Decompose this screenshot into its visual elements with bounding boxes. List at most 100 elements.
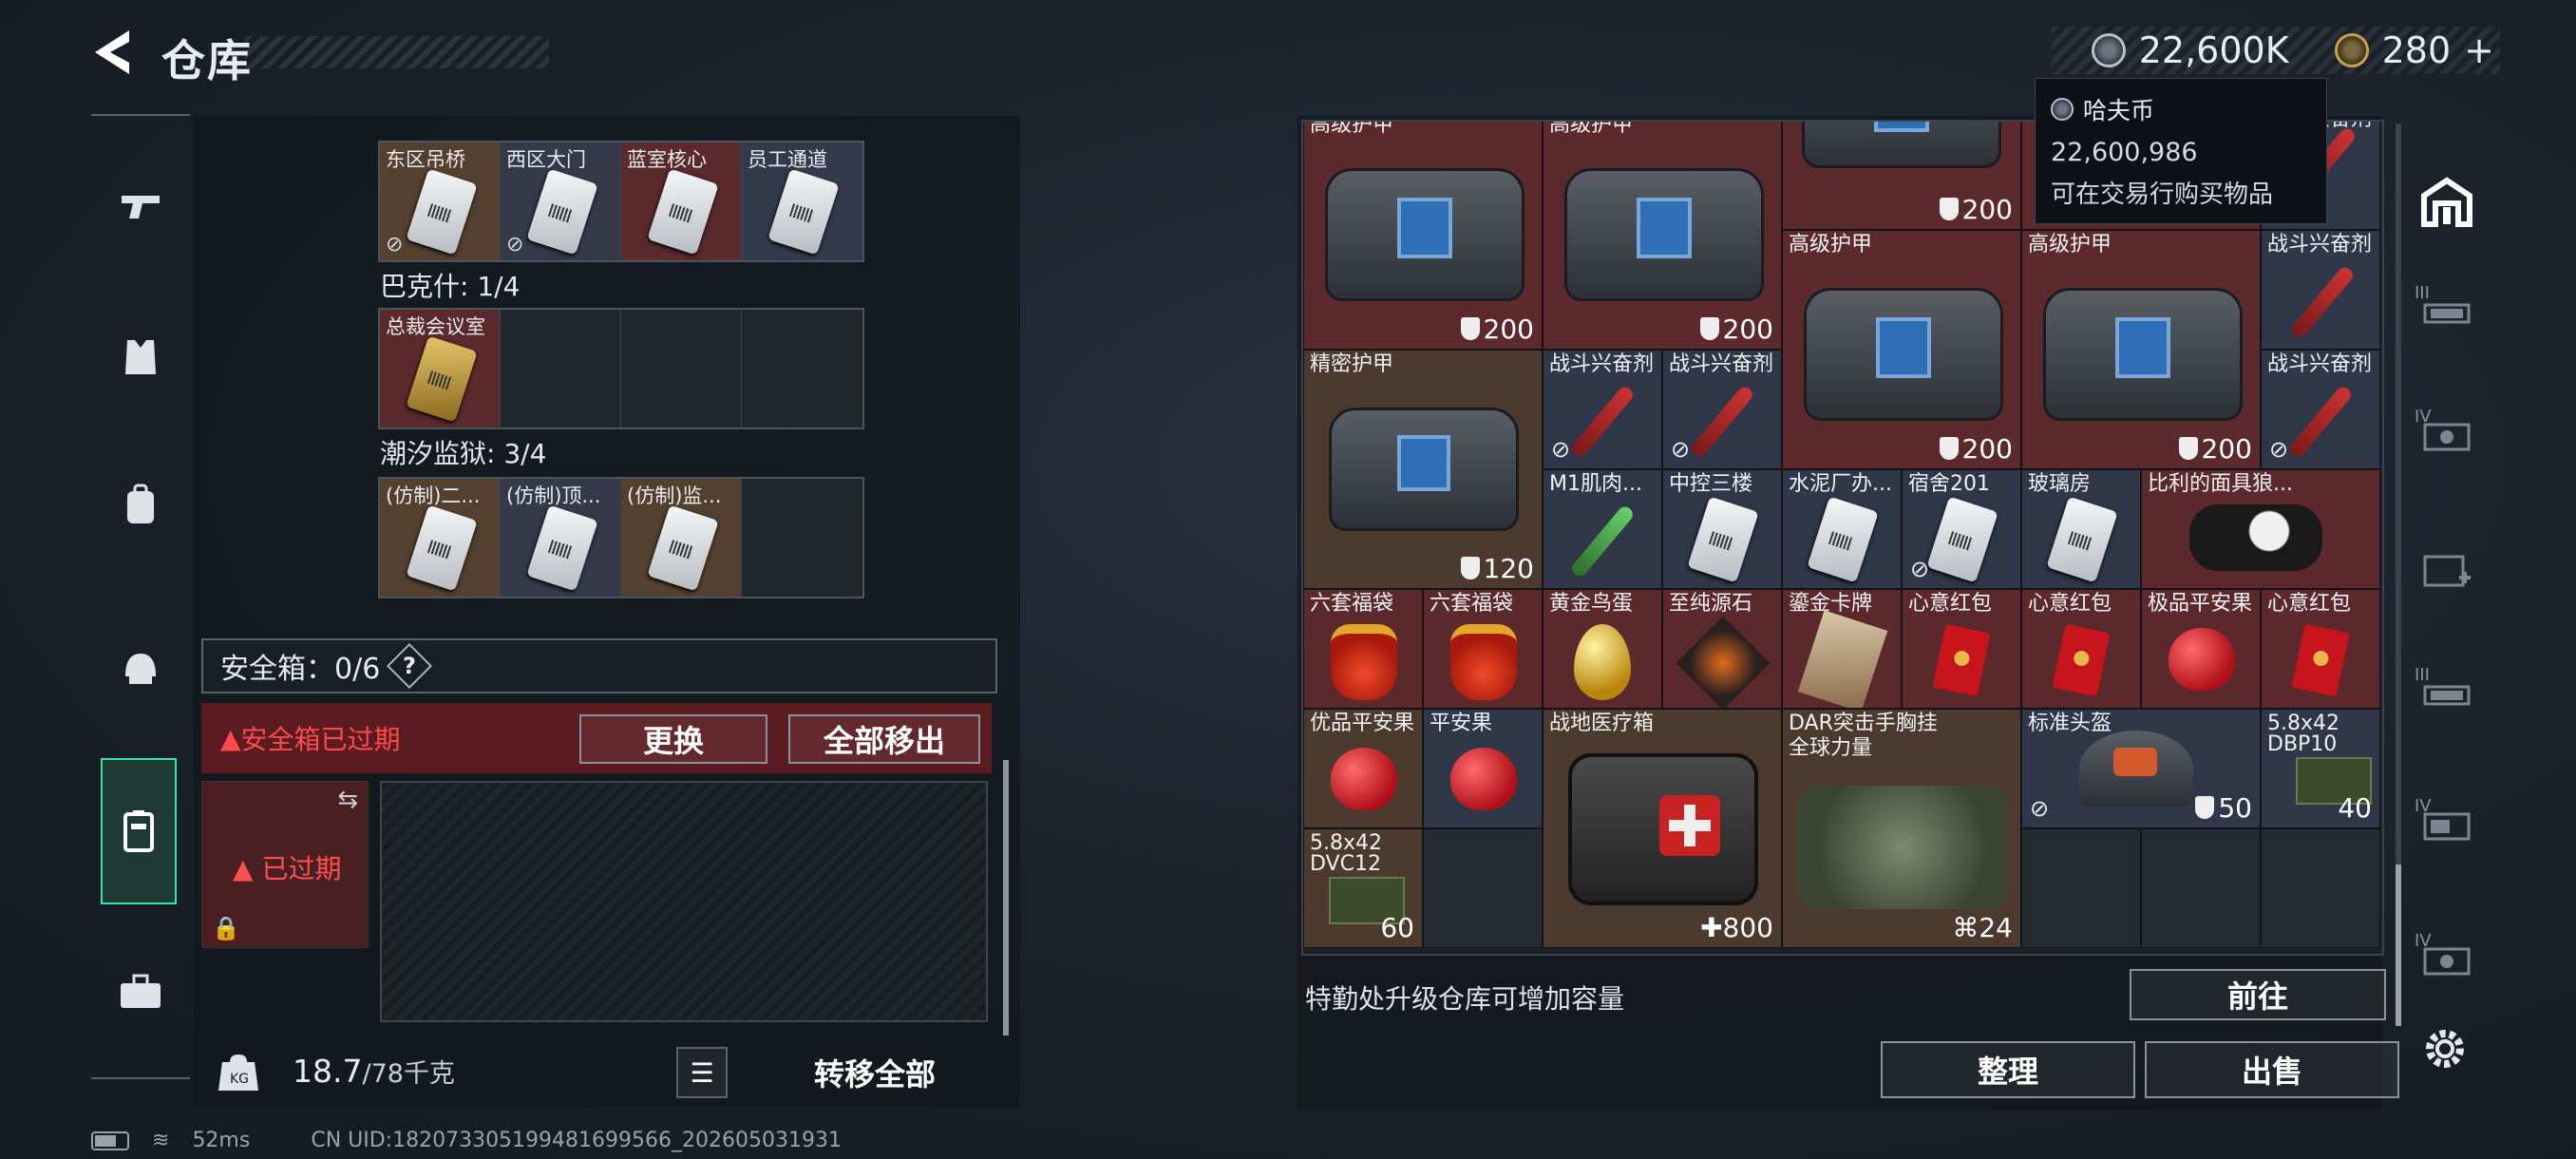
syringe-icon — [1688, 384, 1756, 460]
status-bar: ≋ 52ms CN UID:182073305199481699566_2026… — [91, 1129, 842, 1152]
empty-slot[interactable] — [1423, 828, 1543, 948]
warehouse-grid: 高级护甲 200 高级护甲 200 200 战斗兴奋剂 高级护甲 200 高级护… — [1301, 120, 2384, 956]
empty-slot[interactable] — [2141, 828, 2261, 948]
inventory-item[interactable]: 战斗兴奋剂 — [2261, 230, 2380, 350]
move-all-out-button[interactable]: 全部移出 — [788, 714, 980, 764]
key-slot[interactable]: 蓝室核心 — [621, 142, 742, 260]
apple-icon — [2169, 628, 2235, 691]
broken-icon: ⊘ — [1671, 436, 1691, 463]
inventory-item[interactable]: 高级护甲 200 — [1543, 122, 1782, 350]
inventory-item[interactable]: 水泥厂办... — [1782, 469, 1902, 589]
keycard-icon — [406, 168, 478, 256]
inventory-item[interactable]: 比利的面具狼... — [2141, 469, 2380, 589]
haf-coin-value[interactable]: 22,600K — [2139, 29, 2289, 71]
safebox-grid[interactable] — [380, 781, 988, 1022]
inventory-item[interactable]: 高级护甲 200 — [1782, 230, 2021, 469]
svg-text:KG: KG — [230, 1072, 249, 1087]
right-storage-nav: III IV III IV IV — [2409, 124, 2485, 1036]
inventory-item[interactable]: 战斗兴奋剂 ⊘ — [1543, 350, 1662, 469]
gold-coin-value[interactable]: 280 — [2382, 29, 2452, 71]
key-slot[interactable]: 总裁会议室 — [380, 310, 501, 428]
inventory-item[interactable]: 至纯源石 — [1662, 589, 1782, 709]
inventory-item[interactable]: 六套福袋 — [1303, 589, 1423, 709]
empty-slot[interactable] — [2021, 828, 2141, 948]
inventory-item[interactable]: 黄金鸟蛋 — [1543, 589, 1662, 709]
inventory-item[interactable]: 战斗兴奋剂 ⊘ — [1662, 350, 1782, 469]
key-slot[interactable]: 东区吊桥 ⊘ — [380, 142, 501, 260]
key-row-3: (仿制)二... (仿制)顶... (仿制)监... — [378, 477, 864, 598]
lucky-bag-icon — [1331, 624, 1397, 700]
inventory-item[interactable]: 平安果 — [1423, 709, 1543, 828]
nav-helmet[interactable] — [101, 629, 180, 709]
inventory-item[interactable]: 5.8x42 DVC12 60 — [1303, 828, 1423, 948]
nav-safebox[interactable] — [101, 758, 177, 904]
back-arrow-icon — [95, 30, 129, 74]
storage-tab[interactable] — [2409, 532, 2485, 608]
inventory-item[interactable]: 优品平安果 — [1303, 709, 1423, 828]
storage-tab[interactable]: III — [2409, 276, 2485, 352]
inventory-item[interactable]: 战斗兴奋剂 ⊘ — [2261, 350, 2380, 469]
nav-toolbox[interactable] — [101, 952, 180, 1032]
nav-backpack[interactable] — [101, 466, 180, 545]
nav-weapons[interactable] — [101, 165, 180, 245]
nav-vest[interactable] — [101, 317, 180, 397]
inventory-item[interactable]: DAR突击手胸挂 全球力量 ⌘24 — [1782, 709, 2021, 948]
inventory-item[interactable]: 六套福袋 — [1423, 589, 1543, 709]
storage-tab[interactable]: IV — [2409, 788, 2485, 864]
key-slot[interactable]: (仿制)顶... — [501, 479, 621, 597]
left-scrollbar[interactable] — [1003, 760, 1009, 1036]
storage-home-tab[interactable] — [2409, 163, 2485, 239]
safebox-item-slot[interactable]: ▲ 已过期 ⇆ 🔒 — [201, 781, 369, 948]
swap-icon[interactable]: ⇆ — [337, 786, 358, 814]
goto-button[interactable]: 前往 — [2130, 969, 2386, 1020]
inventory-item[interactable]: 标准头盔 ⊘ 50 — [2021, 709, 2261, 828]
heal-icon: ✚ — [1700, 912, 1723, 943]
key-slot-empty[interactable] — [621, 310, 742, 428]
right-scrollbar[interactable] — [2396, 124, 2401, 1026]
inventory-item[interactable]: 高级护甲 200 — [2021, 230, 2261, 469]
back-button[interactable] — [87, 25, 137, 80]
inventory-item[interactable]: 中控三楼 — [1662, 469, 1782, 589]
inventory-item[interactable]: 极品平安果 — [2141, 589, 2261, 709]
inventory-item[interactable]: 玻璃房 — [2021, 469, 2141, 589]
inventory-item[interactable]: M1肌肉... — [1543, 469, 1662, 589]
storage-tab[interactable]: III — [2409, 657, 2485, 733]
gem-icon — [1676, 616, 1771, 708]
vest-icon: ⌘ — [1952, 912, 1979, 943]
durability-icon — [1939, 198, 1959, 220]
broken-icon: ⊘ — [1551, 436, 1571, 463]
inventory-item[interactable]: 心意红包 — [1902, 589, 2021, 709]
storage-tab[interactable]: IV — [2409, 399, 2485, 475]
inventory-item[interactable]: 5.8x42 DBP10 40 — [2261, 709, 2380, 828]
empty-slot[interactable] — [2261, 828, 2380, 948]
key-slot[interactable]: (仿制)二... — [380, 479, 501, 597]
transfer-all-button[interactable]: 转移全部 — [747, 1047, 1003, 1098]
inventory-item[interactable]: 200 — [1782, 122, 2021, 230]
replace-button[interactable]: 更换 — [579, 714, 767, 764]
add-currency-icon[interactable]: + — [2464, 29, 2494, 71]
armor-bag-icon — [1564, 168, 1764, 301]
inventory-item[interactable]: 战地医疗箱 ✚800 — [1543, 709, 1782, 948]
inventory-item[interactable]: 心意红包 — [2021, 589, 2141, 709]
syringe-icon — [2286, 384, 2355, 460]
key-slot[interactable]: (仿制)监... — [621, 479, 742, 597]
settings-gear-icon[interactable] — [2418, 1022, 2472, 1075]
inventory-item[interactable]: 鎏金卡牌 — [1782, 589, 1902, 709]
key-slot-empty[interactable] — [742, 479, 862, 597]
key-slot-empty[interactable] — [742, 310, 862, 428]
storage-tab[interactable]: IV — [2409, 923, 2485, 999]
key-slot-empty[interactable] — [501, 310, 621, 428]
inventory-item[interactable]: 高级护甲 200 — [1303, 122, 1543, 350]
page-title: 仓库 — [161, 35, 253, 86]
key-slot[interactable]: 员工通道 — [742, 142, 862, 260]
sort-button[interactable]: 整理 — [1881, 1041, 2135, 1098]
inventory-item[interactable]: 心意红包 — [2261, 589, 2380, 709]
help-icon[interactable]: ? — [387, 642, 433, 690]
key-slot[interactable]: 西区大门 ⊘ — [501, 142, 621, 260]
sell-button[interactable]: 出售 — [2145, 1041, 2399, 1098]
broken-icon: ⊘ — [1910, 556, 1930, 582]
battery-icon — [91, 1130, 129, 1150]
inventory-item[interactable]: 精密护甲 120 — [1303, 350, 1543, 589]
list-view-button[interactable]: ☰ — [676, 1047, 728, 1098]
inventory-item[interactable]: 宿舍201 ⊘ — [1902, 469, 2021, 589]
